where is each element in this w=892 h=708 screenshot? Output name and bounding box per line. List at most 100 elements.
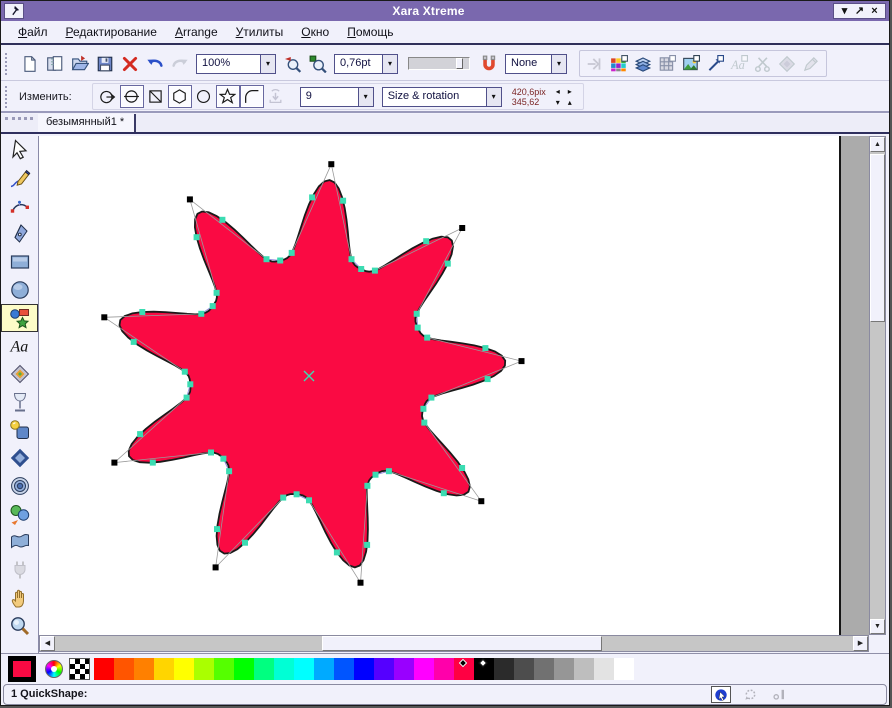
rectangle-tool[interactable] bbox=[1, 248, 38, 276]
quickshape-polygon-button[interactable] bbox=[168, 85, 192, 108]
curve-control-handle[interactable] bbox=[220, 456, 226, 462]
palette-swatch[interactable] bbox=[194, 658, 214, 680]
curve-control-handle[interactable] bbox=[334, 549, 340, 555]
curve-control-handle[interactable] bbox=[421, 420, 427, 426]
color-gallery-button[interactable] bbox=[607, 52, 631, 75]
curve-control-handle[interactable] bbox=[214, 526, 220, 532]
nudge-up-button[interactable]: ▴ bbox=[564, 97, 576, 108]
palette-swatch[interactable] bbox=[214, 658, 234, 680]
maximize-button[interactable]: ↗ bbox=[852, 4, 867, 18]
curve-control-handle[interactable] bbox=[131, 339, 137, 345]
star-point-handle[interactable] bbox=[358, 580, 364, 586]
curve-control-handle[interactable] bbox=[277, 258, 283, 264]
bevel-tool[interactable] bbox=[1, 444, 38, 472]
new-document-button[interactable] bbox=[17, 51, 42, 76]
transparency-tool[interactable] bbox=[1, 388, 38, 416]
shape-editor-tool[interactable] bbox=[1, 192, 38, 220]
document-tab[interactable]: безымянный1 * bbox=[38, 114, 136, 132]
menu-item-window[interactable]: Окно bbox=[292, 22, 338, 42]
zoom-value[interactable]: 100% bbox=[197, 55, 260, 73]
menu-item-edit[interactable]: Редактирование bbox=[57, 22, 166, 42]
vertical-scroll-thumb[interactable] bbox=[870, 154, 885, 322]
curve-control-handle[interactable] bbox=[264, 256, 270, 262]
curve-control-handle[interactable] bbox=[372, 268, 378, 274]
curve-control-handle[interactable] bbox=[210, 303, 216, 309]
zoom-to-drawing-button[interactable] bbox=[305, 51, 330, 76]
layer-gallery-button[interactable] bbox=[631, 52, 655, 75]
duplicate-document-button[interactable] bbox=[42, 51, 67, 76]
save-button[interactable] bbox=[92, 51, 117, 76]
quickshape-tool[interactable] bbox=[1, 304, 38, 332]
contour-tool[interactable] bbox=[1, 472, 38, 500]
minimize-button[interactable]: ▾ bbox=[837, 4, 852, 18]
star-point-handle[interactable] bbox=[328, 161, 334, 167]
palette-swatch[interactable] bbox=[254, 658, 274, 680]
open-button[interactable] bbox=[67, 51, 92, 76]
palette-swatch[interactable] bbox=[174, 658, 194, 680]
quickshape-circle-button[interactable] bbox=[192, 85, 216, 108]
star-point-handle[interactable] bbox=[101, 314, 107, 320]
curve-control-handle[interactable] bbox=[459, 465, 465, 471]
live-drag-indicator[interactable] bbox=[711, 686, 731, 703]
vertical-scrollbar[interactable]: ▲ ▼ bbox=[869, 136, 886, 635]
curve-control-handle[interactable] bbox=[219, 217, 225, 223]
palette-swatch[interactable] bbox=[294, 658, 314, 680]
curve-control-handle[interactable] bbox=[482, 345, 488, 351]
star-point-handle[interactable] bbox=[519, 358, 525, 364]
quickshape-create-button[interactable] bbox=[96, 85, 120, 108]
edit-mode-value[interactable]: Size & rotation bbox=[383, 88, 486, 106]
feather-combo-dropdown[interactable]: ▾ bbox=[551, 55, 566, 73]
curve-control-handle[interactable] bbox=[424, 335, 430, 341]
clipart-gallery-button[interactable] bbox=[679, 52, 703, 75]
scroll-right-button[interactable]: ▶ bbox=[853, 636, 868, 651]
toolbar-grip[interactable] bbox=[5, 86, 12, 108]
toolbox-grip[interactable] bbox=[5, 117, 33, 121]
curve-control-handle[interactable] bbox=[423, 238, 429, 244]
curve-control-handle[interactable] bbox=[445, 261, 451, 267]
pen-tool[interactable] bbox=[1, 220, 38, 248]
name-gallery-button[interactable] bbox=[703, 52, 727, 75]
window-menu-button[interactable] bbox=[4, 3, 24, 19]
palette-swatch[interactable] bbox=[474, 658, 494, 680]
palette-swatch[interactable] bbox=[554, 658, 574, 680]
nudge-left-button[interactable]: ◂ bbox=[552, 86, 564, 97]
palette-swatch[interactable] bbox=[574, 658, 594, 680]
curve-control-handle[interactable] bbox=[214, 290, 220, 296]
mould-tool[interactable] bbox=[1, 528, 38, 556]
feather-slider[interactable] bbox=[408, 57, 470, 70]
zoom-combo-dropdown[interactable]: ▾ bbox=[260, 55, 275, 73]
menu-item-utilities[interactable]: Утилиты bbox=[227, 22, 293, 42]
ellipse-tool[interactable] bbox=[1, 276, 38, 304]
curve-control-handle[interactable] bbox=[294, 491, 300, 497]
curve-control-handle[interactable] bbox=[137, 431, 143, 437]
palette-swatch[interactable] bbox=[274, 658, 294, 680]
feather-slider-thumb[interactable] bbox=[456, 58, 463, 69]
nudge-down-button[interactable]: ▾ bbox=[552, 97, 564, 108]
palette-swatch[interactable] bbox=[454, 658, 474, 680]
curve-control-handle[interactable] bbox=[340, 198, 346, 204]
scroll-left-button[interactable]: ◀ bbox=[40, 636, 55, 651]
star-point-handle[interactable] bbox=[459, 225, 465, 231]
star-point-handle[interactable] bbox=[213, 564, 219, 570]
scroll-up-button[interactable]: ▲ bbox=[870, 137, 885, 152]
close-button[interactable]: × bbox=[867, 4, 882, 18]
feather-value[interactable]: None bbox=[506, 55, 551, 73]
curve-control-handle[interactable] bbox=[184, 395, 190, 401]
current-color-indicator[interactable] bbox=[8, 656, 36, 682]
curve-control-handle[interactable] bbox=[182, 369, 188, 375]
curve-control-handle[interactable] bbox=[415, 325, 421, 331]
palette-swatch[interactable] bbox=[614, 658, 634, 680]
quickshape-ellipse-radius-button[interactable] bbox=[120, 85, 144, 108]
line-width-value[interactable]: 0,76pt bbox=[335, 55, 382, 73]
horizontal-scroll-thumb[interactable] bbox=[322, 636, 602, 651]
selector-tool[interactable] bbox=[1, 136, 38, 164]
palette-swatch[interactable] bbox=[314, 658, 334, 680]
palette-swatch[interactable] bbox=[434, 658, 454, 680]
curve-control-handle[interactable] bbox=[441, 490, 447, 496]
palette-swatch[interactable] bbox=[534, 658, 554, 680]
star-point-handle[interactable] bbox=[478, 498, 484, 504]
curve-control-handle[interactable] bbox=[187, 381, 193, 387]
menu-item-help[interactable]: Помощь bbox=[338, 22, 402, 42]
curve-control-handle[interactable] bbox=[420, 406, 426, 412]
curve-control-handle[interactable] bbox=[306, 497, 312, 503]
